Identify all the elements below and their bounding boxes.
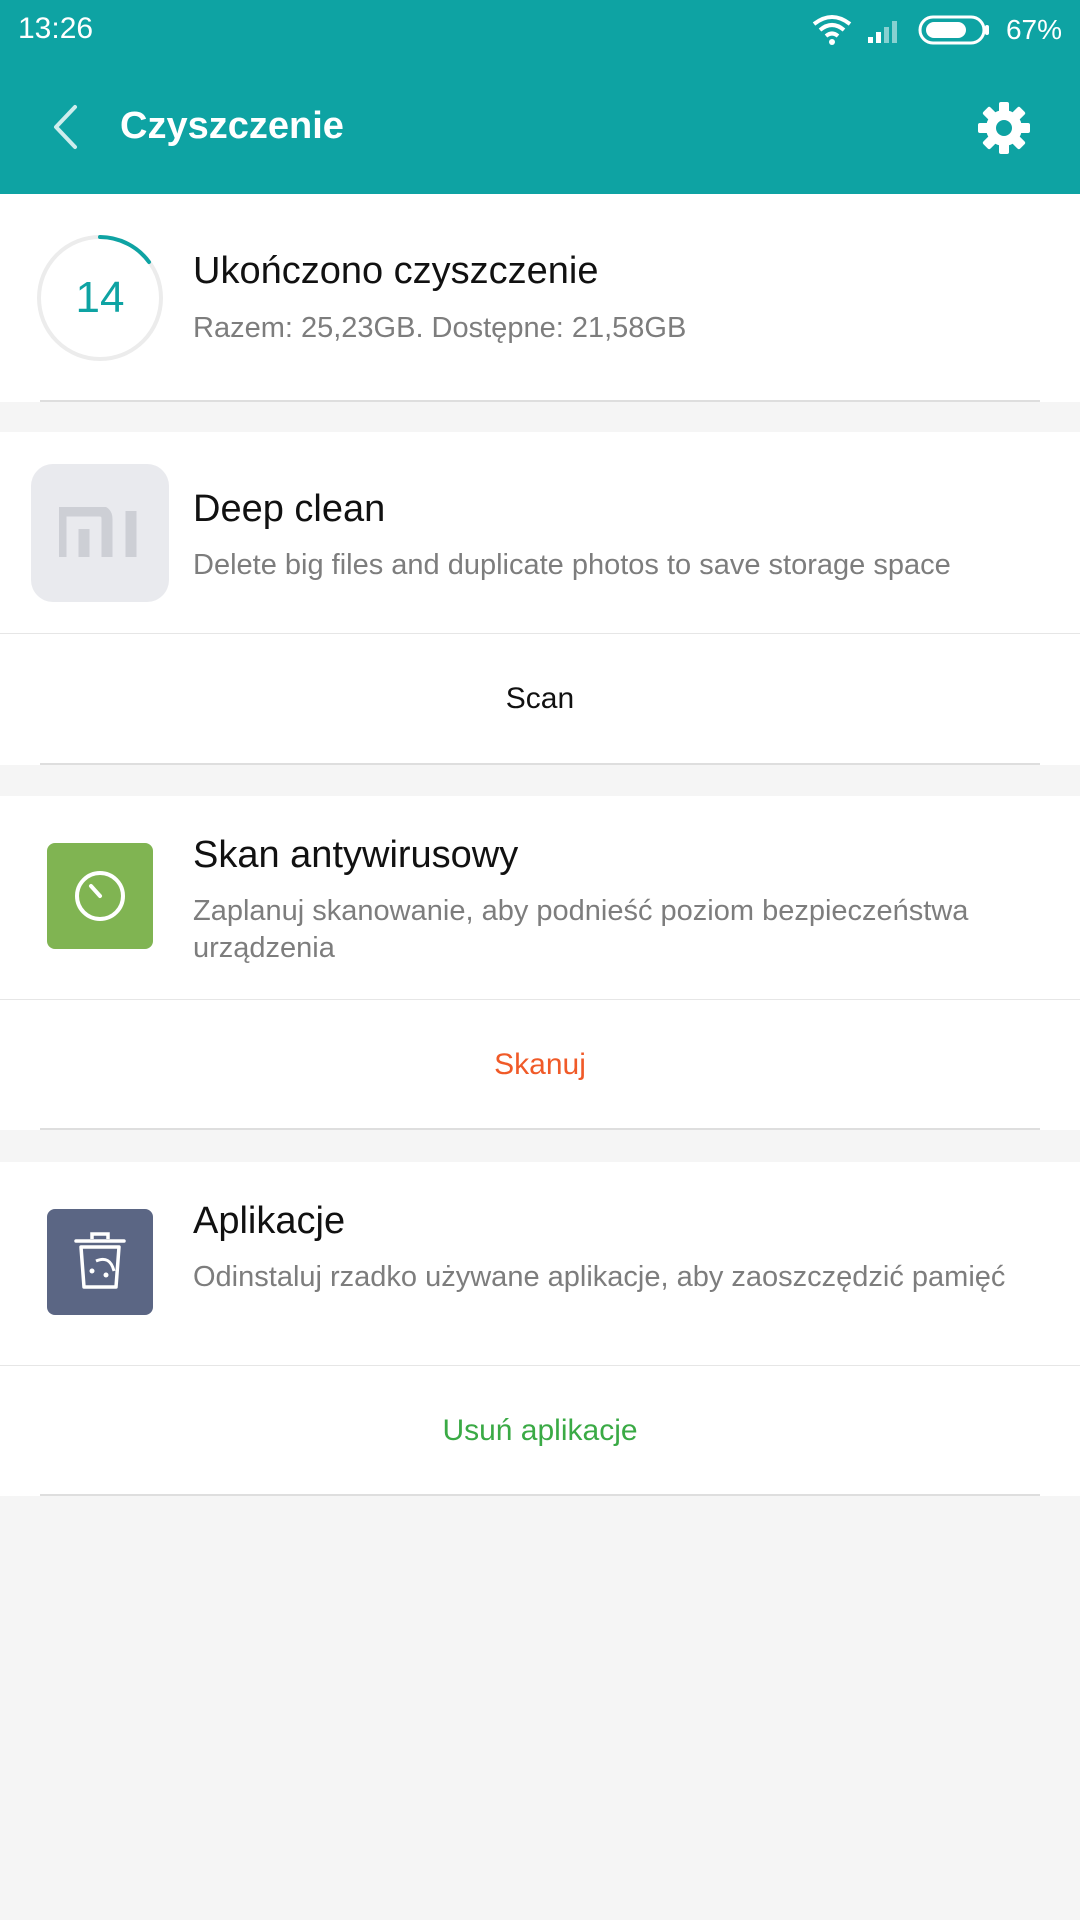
cleanup-count: 14 xyxy=(75,273,125,322)
back-button[interactable] xyxy=(40,100,90,154)
chevron-left-icon xyxy=(54,105,77,149)
status-time: 13:26 xyxy=(18,12,94,45)
divider xyxy=(40,1494,1040,1496)
cleaner-screen: 13:26 67% Czyszczenie 14 Ukończono czysz… xyxy=(0,0,1080,1920)
deep-clean-card: Deep clean Delete big files and duplicat… xyxy=(0,432,1080,765)
wifi-icon xyxy=(812,15,852,45)
divider xyxy=(40,1128,1040,1130)
apps-title: Aplikacje xyxy=(193,1200,346,1242)
antivirus-title: Skan antywirusowy xyxy=(193,834,519,876)
app-bar: Czyszczenie xyxy=(0,60,1080,194)
antivirus-description: Zaplanuj skanowanie, aby podnieść poziom… xyxy=(193,895,969,964)
apps-card: Aplikacje Odinstaluj rzadko używane apli… xyxy=(0,1162,1080,1496)
uninstall-apps-button[interactable]: Usuń aplikacje xyxy=(0,1414,1080,1448)
apps-description: Odinstaluj rzadko używane aplikacje, aby… xyxy=(193,1261,1006,1293)
gear-icon xyxy=(978,102,1030,154)
antivirus-scan-button[interactable]: Skanuj xyxy=(0,1048,1080,1082)
signal-icon xyxy=(867,21,897,43)
settings-button[interactable] xyxy=(976,100,1032,156)
trash-bin-icon xyxy=(47,1209,153,1315)
divider xyxy=(40,400,1040,402)
status-bar: 13:26 67% xyxy=(0,0,1080,60)
scan-button[interactable]: Scan xyxy=(0,682,1080,716)
deep-clean-title: Deep clean xyxy=(193,488,386,530)
divider xyxy=(0,633,1080,634)
deep-clean-description: Delete big files and duplicate photos to… xyxy=(193,549,951,581)
storage-summary: Razem: 25,23GB. Dostępne: 21,58GB xyxy=(193,312,687,344)
mi-logo-icon xyxy=(31,464,169,602)
battery-percent: 67% xyxy=(1005,14,1062,45)
cleanup-summary: 14 Ukończono czyszczenie Razem: 25,23GB.… xyxy=(0,194,1080,402)
battery-icon xyxy=(918,15,989,45)
page-title: Czyszczenie xyxy=(120,105,344,147)
timer-icon xyxy=(47,843,153,949)
divider xyxy=(0,1365,1080,1366)
status-icons: 67% xyxy=(812,10,1062,50)
divider xyxy=(0,999,1080,1000)
divider xyxy=(40,763,1040,765)
antivirus-card: Skan antywirusowy Zaplanuj skanowanie, a… xyxy=(0,796,1080,1130)
summary-title: Ukończono czyszczenie xyxy=(193,250,599,292)
